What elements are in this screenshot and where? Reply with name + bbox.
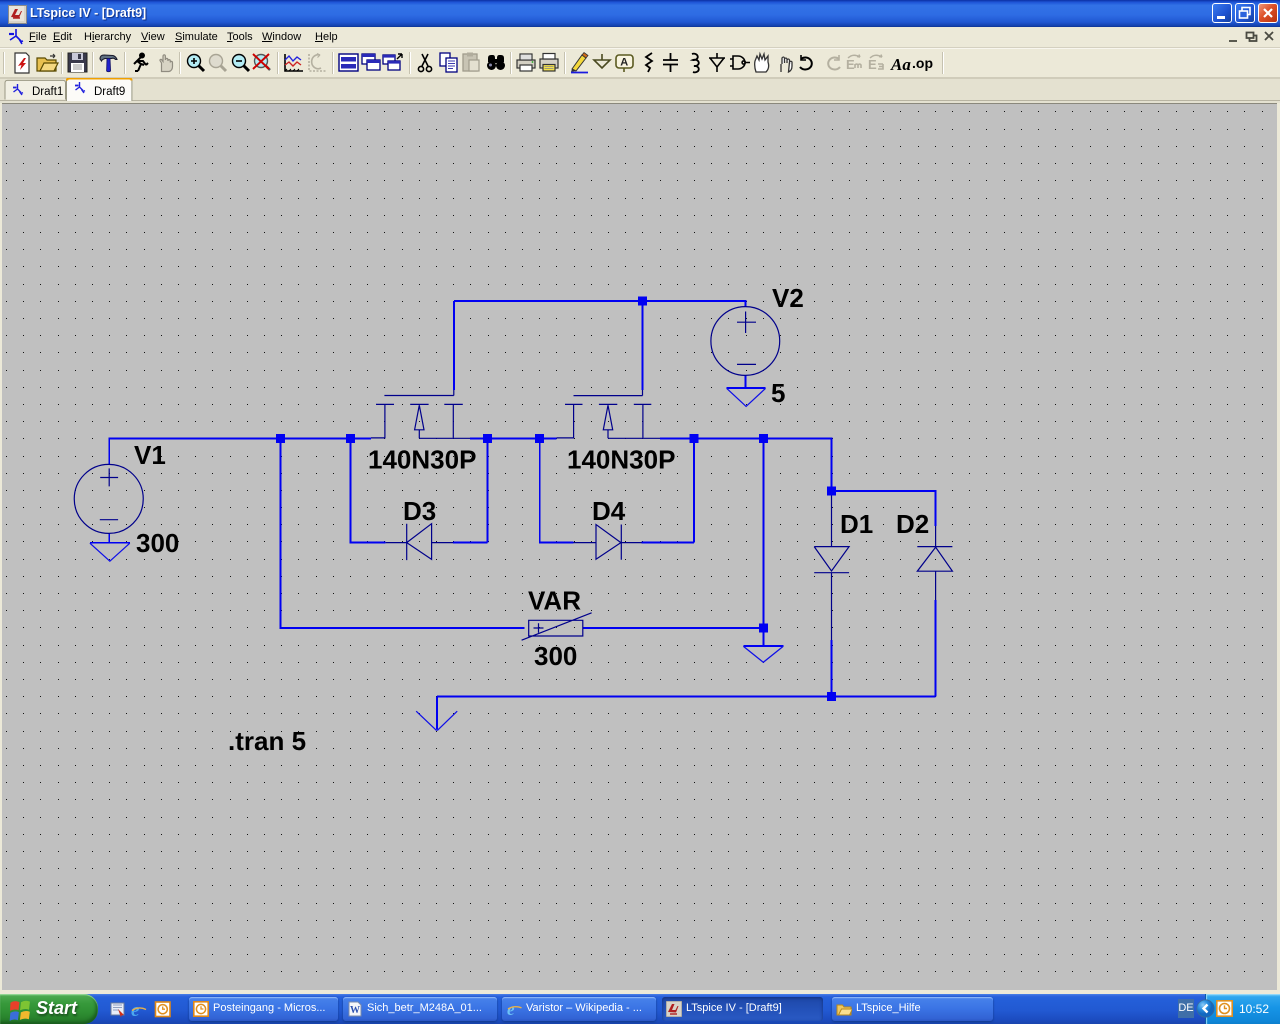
svg-text:300: 300 — [136, 528, 179, 558]
svg-text:5: 5 — [771, 378, 785, 408]
svg-text:.op: .op — [912, 55, 933, 71]
svg-text:.tran 5: .tran 5 — [228, 726, 306, 756]
svg-text:V1: V1 — [134, 440, 166, 470]
svg-text:VAR: VAR — [528, 586, 581, 616]
svg-text:E: E — [868, 57, 877, 72]
svg-text:D2: D2 — [896, 509, 929, 539]
svg-text:Draft9: Draft9 — [94, 86, 125, 98]
svg-text:A: A — [620, 57, 628, 69]
svg-text:D1: D1 — [840, 509, 873, 539]
svg-text:D4: D4 — [592, 496, 626, 526]
svg-text:300: 300 — [534, 641, 577, 671]
svg-text:W: W — [350, 1005, 360, 1016]
svg-text:140N30P: 140N30P — [368, 445, 476, 475]
svg-text:V2: V2 — [772, 283, 804, 313]
svg-text:E: E — [846, 57, 855, 72]
svg-text:Draft1: Draft1 — [32, 86, 63, 98]
svg-text:D3: D3 — [403, 496, 436, 526]
svg-text:140N30P: 140N30P — [567, 445, 675, 475]
svg-text:Aa: Aa — [890, 55, 911, 74]
